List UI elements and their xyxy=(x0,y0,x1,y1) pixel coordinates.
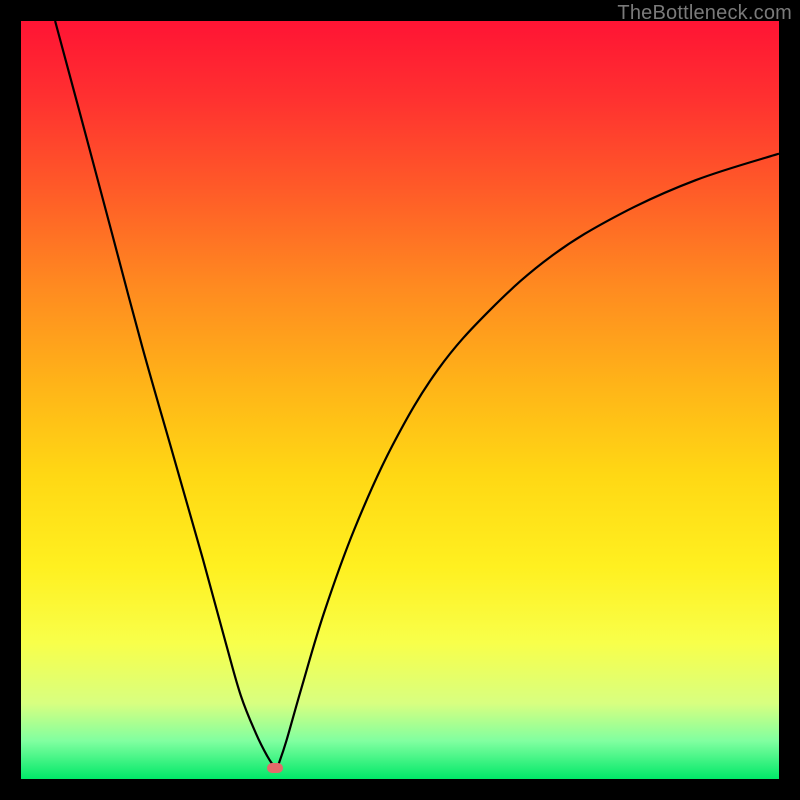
chart-plot-area xyxy=(21,21,779,779)
watermark-text: TheBottleneck.com xyxy=(617,2,792,25)
minimum-marker xyxy=(267,763,283,773)
bottleneck-curve xyxy=(21,21,779,779)
curve-right-branch xyxy=(279,154,779,764)
curve-left-branch xyxy=(55,21,275,768)
